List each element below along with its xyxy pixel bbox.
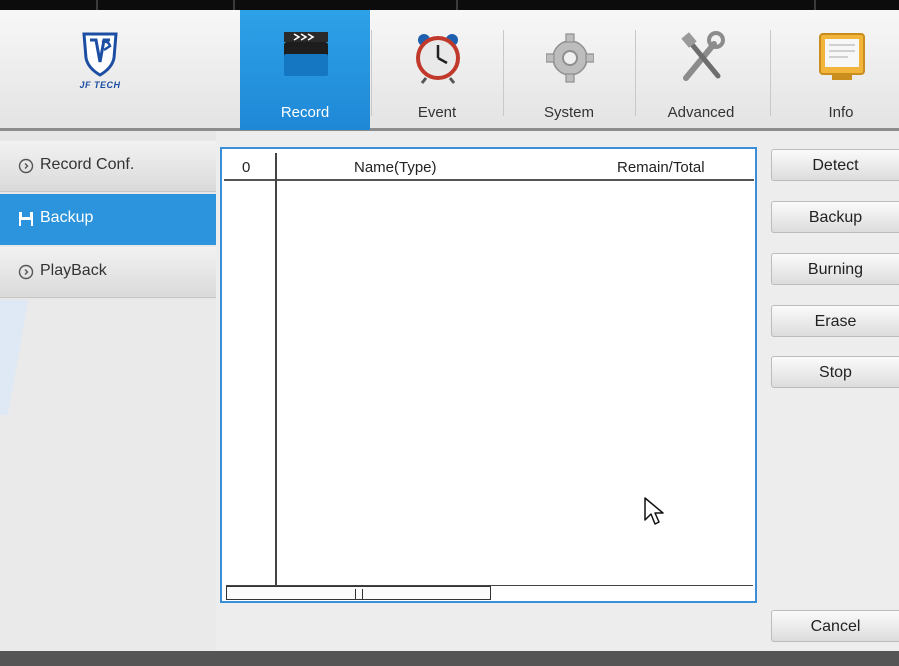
tab-label: Record [280, 104, 330, 121]
tab-label: System [543, 104, 594, 121]
mouse-cursor-icon [644, 497, 664, 525]
logo-shield-icon [82, 32, 118, 77]
tab-info[interactable]: Info [776, 10, 899, 130]
tab-event[interactable]: Event [372, 10, 502, 130]
detect-button[interactable]: Detect [771, 149, 899, 181]
device-count: 0 [242, 159, 251, 176]
tab-label: Event [417, 104, 457, 121]
strip-divider [233, 0, 235, 10]
strip-divider [814, 0, 816, 10]
sidebar-item-backup[interactable]: Backup [0, 194, 216, 245]
alarm-clock-icon [416, 34, 460, 84]
column-header-remain: Remain/Total [617, 159, 705, 176]
horizontal-scrollbar[interactable] [226, 585, 753, 602]
cancel-button[interactable]: Cancel [771, 610, 899, 642]
tab-advanced[interactable]: Advanced [636, 10, 766, 130]
tools-icon [681, 31, 725, 81]
tab-system[interactable]: System [504, 10, 634, 130]
sidebar-item-record-conf[interactable]: Record Conf. [0, 141, 216, 192]
scrollbar-thumb[interactable] [226, 586, 491, 600]
device-table[interactable]: 0 Name(Type) Remain/Total [220, 147, 757, 603]
tab-record[interactable]: Record [240, 10, 370, 130]
monitor-icon [819, 33, 865, 80]
tab-label: Advanced [667, 104, 735, 121]
brand-logo: JF TECH [50, 28, 150, 108]
tab-label: Info [828, 104, 854, 121]
sidebar-item-label: Backup [40, 209, 94, 226]
gear-icon [546, 33, 594, 83]
strip-divider [456, 0, 458, 10]
circle-arrow-icon [18, 158, 34, 174]
tab-separator [770, 30, 771, 116]
logo-text: JF TECH [79, 80, 121, 90]
top-strip [0, 0, 899, 10]
erase-button[interactable]: Erase [771, 305, 899, 337]
stop-button[interactable]: Stop [771, 356, 899, 388]
footer-bar [0, 651, 899, 666]
backup-button[interactable]: Backup [771, 201, 899, 233]
background-decoration [0, 300, 216, 651]
burning-button[interactable]: Burning [771, 253, 899, 285]
scrollbar-grip [355, 589, 363, 599]
clapperboard-icon [284, 32, 328, 76]
column-header-name: Name(Type) [354, 159, 437, 176]
save-icon [19, 212, 33, 226]
header-divider [224, 179, 754, 181]
sidebar-item-playback[interactable]: PlayBack [0, 247, 216, 298]
column-divider [275, 153, 277, 585]
sidebar-item-label: PlayBack [40, 262, 107, 279]
strip-divider [96, 0, 98, 10]
sidebar-item-label: Record Conf. [40, 156, 135, 173]
circle-arrow-icon [18, 264, 34, 280]
